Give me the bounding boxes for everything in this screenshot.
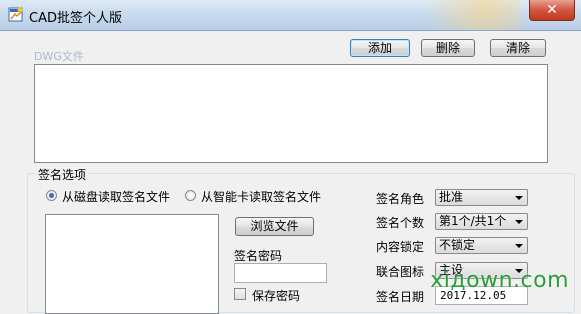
role-label: 签名角色 (376, 192, 425, 206)
lock-label: 内容锁定 (376, 240, 425, 254)
window-title: CAD批签个人版 (29, 11, 122, 26)
password-label: 签名密码 (234, 249, 283, 263)
dwg-file-list[interactable] (34, 64, 548, 163)
watermark: xiдown.com (430, 268, 569, 293)
radio-smartcard[interactable] (185, 190, 196, 201)
chevron-down-icon (515, 220, 523, 224)
count-select[interactable]: 第1个/共1个 (435, 213, 528, 230)
chevron-down-icon (515, 244, 523, 248)
title-bar: CAD批签个人版 ✕ (0, 0, 581, 31)
app-icon (8, 7, 23, 22)
save-password-checkbox[interactable] (234, 288, 246, 300)
browse-file-button[interactable]: 浏览文件 (235, 217, 314, 236)
count-value: 第1个/共1个 (439, 214, 507, 228)
clear-button[interactable]: 清除 (490, 39, 546, 57)
signature-options-title: 签名选项 (36, 166, 89, 183)
chevron-down-icon (515, 196, 523, 200)
close-icon: ✕ (546, 1, 558, 17)
dialog-body: 添加 删除 清除 DWG文件 签名选项 从磁盘读取签名文件 从智能卡读取签名文件… (0, 31, 581, 314)
save-password-label[interactable]: 保存密码 (252, 287, 300, 304)
dwg-files-label: DWG文件 (34, 50, 84, 63)
signature-file-list[interactable] (45, 214, 219, 314)
close-button[interactable]: ✕ (529, 0, 575, 21)
radio-disk[interactable] (46, 190, 57, 201)
delete-button[interactable]: 删除 (421, 39, 475, 57)
role-select[interactable]: 批准 (435, 189, 528, 206)
count-label: 签名个数 (376, 216, 425, 230)
radio-disk-label[interactable]: 从磁盘读取签名文件 (62, 188, 170, 205)
radio-smartcard-label[interactable]: 从智能卡读取签名文件 (201, 188, 321, 205)
date-label: 签名日期 (376, 290, 425, 304)
role-value: 批准 (439, 190, 464, 204)
add-button[interactable]: 添加 (350, 39, 410, 57)
layer-label: 联合图标 (376, 265, 425, 279)
lock-value: 不锁定 (439, 238, 476, 252)
lock-select[interactable]: 不锁定 (435, 237, 528, 254)
password-input[interactable] (234, 263, 327, 283)
